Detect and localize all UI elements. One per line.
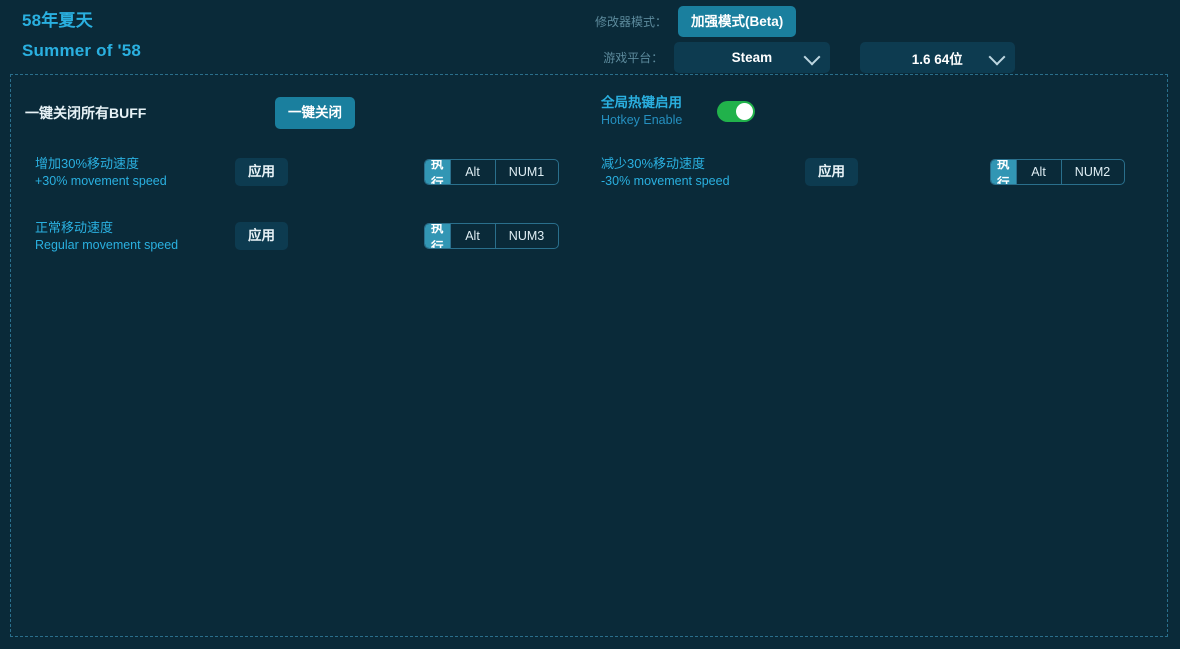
trainer-mode-row: 修改器模式： 加强模式(Beta): [575, 6, 1015, 37]
trainer-mode-label: 修改器模式：: [575, 13, 678, 30]
platform-select-value: Steam: [732, 50, 773, 65]
global-hotkey-label-en: Hotkey Enable: [601, 112, 713, 129]
cheat-label-cn: 正常移动速度: [35, 219, 215, 237]
version-select[interactable]: 1.6 64位: [860, 42, 1015, 73]
chevron-down-icon: [803, 48, 820, 65]
hotkey-key[interactable]: NUM1: [495, 160, 558, 184]
hotkey-chip: 执行 Alt NUM1: [424, 159, 559, 185]
cheat-labels: 正常移动速度 Regular movement speed: [35, 219, 215, 254]
chevron-down-icon: [988, 48, 1005, 65]
global-hotkey-row: 全局热键启用 Hotkey Enable: [601, 87, 755, 135]
title-block: 58年夏天 Summer of '58: [22, 10, 141, 62]
apply-button[interactable]: 应用: [235, 222, 288, 250]
cheat-row: 增加30%移动速度 +30% movement speed 应用 执行 Alt …: [35, 150, 215, 194]
disable-all-buffs-row: 一键关闭所有BUFF 一键关闭: [25, 89, 355, 137]
header-controls: 修改器模式： 加强模式(Beta) 游戏平台： Steam 1.6 64位: [575, 6, 1015, 78]
apply-button[interactable]: 应用: [235, 158, 288, 186]
cheat-label-en: -30% movement speed: [601, 173, 781, 190]
global-hotkey-labels: 全局热键启用 Hotkey Enable: [601, 94, 713, 129]
apply-button[interactable]: 应用: [805, 158, 858, 186]
trainer-mode-button[interactable]: 加强模式(Beta): [678, 6, 796, 37]
execute-button[interactable]: 执行: [991, 160, 1016, 184]
global-hotkey-toggle[interactable]: [717, 101, 755, 122]
page-title-en: Summer of '58: [22, 40, 141, 62]
cheat-label-cn: 增加30%移动速度: [35, 155, 215, 173]
hotkey-modifier[interactable]: Alt: [450, 160, 495, 184]
game-platform-label: 游戏平台：: [575, 49, 674, 66]
cheat-label-en: Regular movement speed: [35, 237, 215, 254]
execute-button[interactable]: 执行: [425, 160, 450, 184]
hotkey-key[interactable]: NUM2: [1061, 160, 1124, 184]
hotkey-chip: 执行 Alt NUM2: [990, 159, 1125, 185]
cheat-panel: 一键关闭所有BUFF 一键关闭 全局热键启用 Hotkey Enable 增加3…: [10, 74, 1168, 637]
platform-select[interactable]: Steam: [674, 42, 829, 73]
hotkey-modifier[interactable]: Alt: [450, 224, 495, 248]
page-title-cn: 58年夏天: [22, 10, 141, 32]
game-platform-row: 游戏平台： Steam 1.6 64位: [575, 42, 1015, 73]
cheat-labels: 减少30%移动速度 -30% movement speed: [601, 155, 781, 190]
cheat-label-cn: 减少30%移动速度: [601, 155, 781, 173]
global-hotkey-label-cn: 全局热键启用: [601, 94, 713, 112]
hotkey-chip: 执行 Alt NUM3: [424, 223, 559, 249]
version-select-value: 1.6 64位: [912, 48, 963, 68]
cheat-row: 正常移动速度 Regular movement speed 应用 执行 Alt …: [35, 214, 215, 258]
disable-all-buffs-button[interactable]: 一键关闭: [275, 97, 355, 129]
app-header: 58年夏天 Summer of '58 修改器模式： 加强模式(Beta) 游戏…: [0, 0, 1180, 74]
cheat-labels: 增加30%移动速度 +30% movement speed: [35, 155, 215, 190]
cheat-row: 减少30%移动速度 -30% movement speed 应用 执行 Alt …: [601, 150, 781, 194]
execute-button[interactable]: 执行: [425, 224, 450, 248]
toggle-knob: [736, 103, 753, 120]
disable-all-buffs-label: 一键关闭所有BUFF: [25, 103, 275, 123]
hotkey-modifier[interactable]: Alt: [1016, 160, 1061, 184]
hotkey-key[interactable]: NUM3: [495, 224, 558, 248]
cheat-label-en: +30% movement speed: [35, 173, 215, 190]
